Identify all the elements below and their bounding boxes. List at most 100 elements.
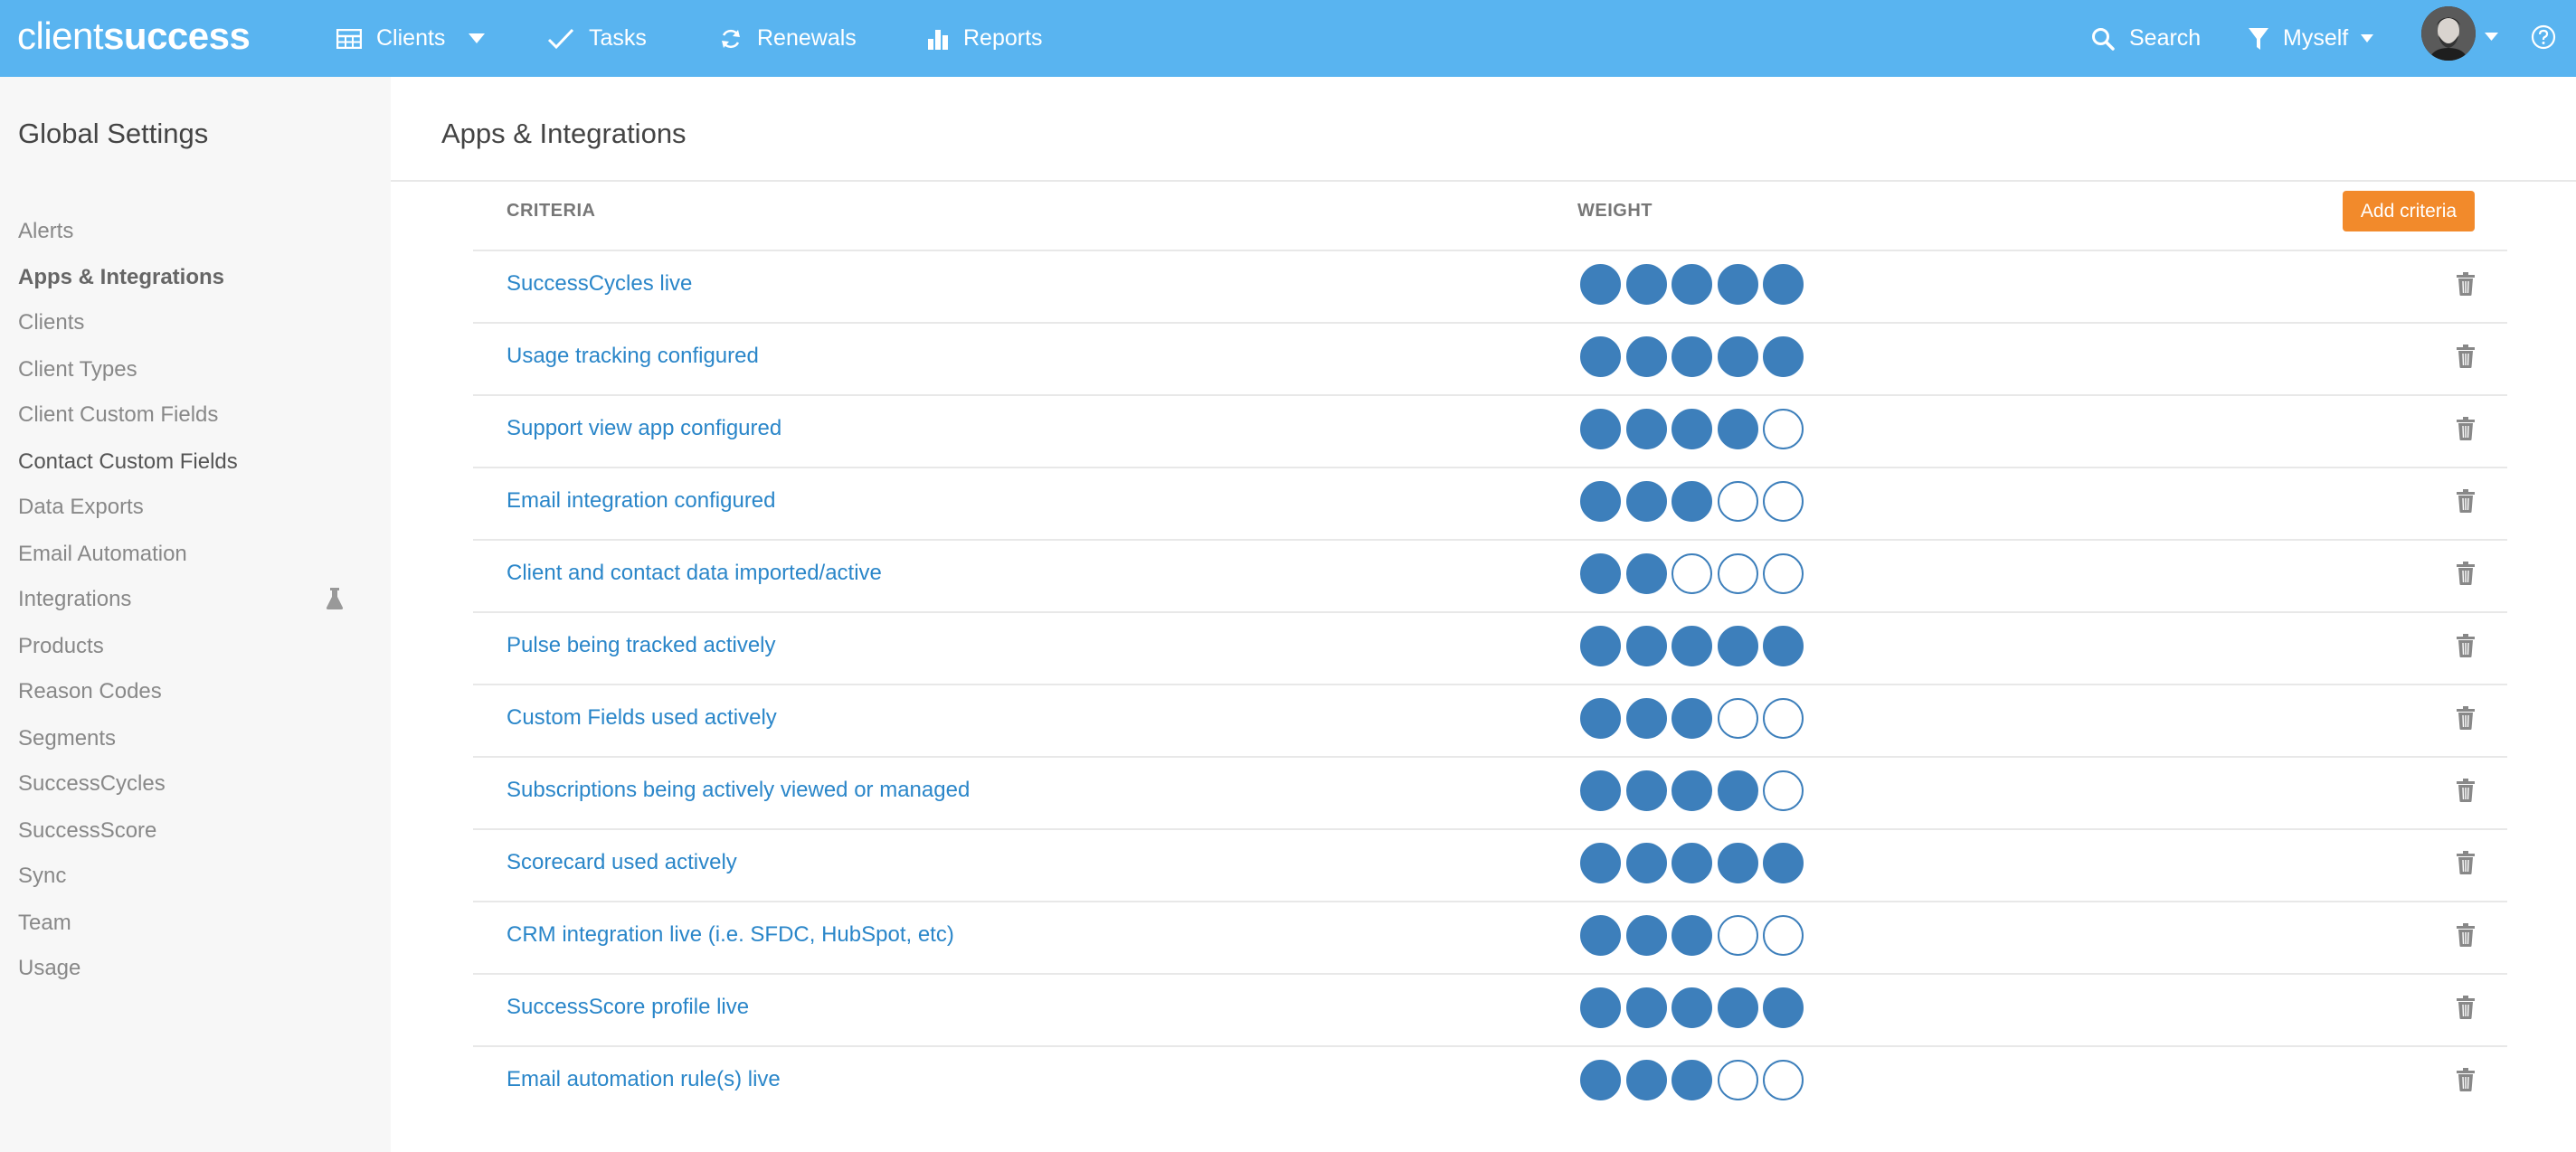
- sidebar-item-integrations[interactable]: Integrations: [18, 587, 131, 612]
- weight-rating[interactable]: [1580, 336, 1809, 378]
- trash-icon[interactable]: [2457, 417, 2475, 440]
- help-icon[interactable]: [2531, 24, 2556, 50]
- weight-dot-filled[interactable]: [1625, 264, 1667, 305]
- weight-dot-filled[interactable]: [1672, 336, 1712, 377]
- nav-renewals[interactable]: Renewals: [719, 0, 857, 77]
- weight-dot-empty[interactable]: [1763, 770, 1804, 811]
- sidebar-item-reason-codes[interactable]: Reason Codes: [18, 679, 162, 704]
- trash-icon[interactable]: [2457, 1068, 2475, 1091]
- criteria-link[interactable]: Usage tracking configured: [507, 344, 759, 369]
- criteria-link[interactable]: Client and contact data imported/active: [507, 561, 882, 586]
- weight-dot-empty[interactable]: [1763, 915, 1804, 956]
- trash-icon[interactable]: [2457, 923, 2475, 947]
- weight-dot-filled[interactable]: [1625, 553, 1667, 594]
- weight-dot-filled[interactable]: [1672, 481, 1712, 522]
- trash-icon[interactable]: [2457, 272, 2475, 296]
- weight-dot-filled[interactable]: [1580, 915, 1621, 956]
- add-criteria-button[interactable]: Add criteria: [2343, 191, 2475, 231]
- weight-dot-filled[interactable]: [1672, 770, 1712, 811]
- weight-dot-filled[interactable]: [1580, 987, 1621, 1028]
- weight-dot-filled[interactable]: [1625, 843, 1667, 883]
- filter-dropdown[interactable]: Myself: [2249, 0, 2374, 77]
- criteria-link[interactable]: SuccessScore profile live: [507, 995, 749, 1020]
- sidebar-item-clients[interactable]: Clients: [18, 310, 84, 335]
- weight-rating[interactable]: [1580, 770, 1809, 812]
- weight-dot-filled[interactable]: [1580, 481, 1621, 522]
- trash-icon[interactable]: [2457, 634, 2475, 657]
- criteria-link[interactable]: SuccessCycles live: [507, 271, 692, 297]
- weight-dot-filled[interactable]: [1672, 698, 1712, 739]
- weight-dot-filled[interactable]: [1580, 626, 1621, 666]
- sidebar-item-client-custom-fields[interactable]: Client Custom Fields: [18, 402, 218, 428]
- sidebar-item-contact-custom-fields[interactable]: Contact Custom Fields: [18, 449, 238, 475]
- weight-dot-filled[interactable]: [1717, 409, 1758, 449]
- criteria-link[interactable]: Scorecard used actively: [507, 850, 737, 875]
- nav-search[interactable]: Search: [2091, 0, 2201, 77]
- logo[interactable]: clientsuccess: [17, 13, 251, 60]
- weight-dot-filled[interactable]: [1672, 843, 1712, 883]
- trash-icon[interactable]: [2457, 706, 2475, 730]
- weight-dot-filled[interactable]: [1717, 987, 1758, 1028]
- trash-icon[interactable]: [2457, 996, 2475, 1019]
- trash-icon[interactable]: [2457, 562, 2475, 585]
- sidebar-item-sync[interactable]: Sync: [18, 864, 66, 889]
- sidebar-item-alerts[interactable]: Alerts: [18, 219, 73, 244]
- trash-icon[interactable]: [2457, 779, 2475, 802]
- sidebar-item-apps-integrations[interactable]: Apps & Integrations: [18, 265, 224, 290]
- weight-rating[interactable]: [1580, 553, 1809, 595]
- avatar[interactable]: [2421, 6, 2476, 61]
- weight-dot-empty[interactable]: [1763, 409, 1804, 449]
- trash-icon[interactable]: [2457, 345, 2475, 368]
- weight-dot-filled[interactable]: [1672, 409, 1712, 449]
- weight-dot-empty[interactable]: [1763, 481, 1804, 522]
- weight-dot-empty[interactable]: [1672, 553, 1712, 594]
- sidebar-item-products[interactable]: Products: [18, 634, 104, 659]
- weight-dot-empty[interactable]: [1717, 481, 1758, 522]
- weight-rating[interactable]: [1580, 1060, 1809, 1101]
- sidebar-item-data-exports[interactable]: Data Exports: [18, 495, 144, 520]
- weight-dot-filled[interactable]: [1672, 987, 1712, 1028]
- weight-dot-filled[interactable]: [1625, 409, 1667, 449]
- sidebar-item-segments[interactable]: Segments: [18, 726, 116, 751]
- weight-rating[interactable]: [1580, 481, 1809, 523]
- weight-dot-filled[interactable]: [1763, 843, 1804, 883]
- sidebar-item-team[interactable]: Team: [18, 911, 71, 936]
- weight-dot-filled[interactable]: [1625, 626, 1667, 666]
- criteria-link[interactable]: Pulse being tracked actively: [507, 633, 776, 658]
- weight-dot-filled[interactable]: [1763, 987, 1804, 1028]
- weight-dot-filled[interactable]: [1763, 336, 1804, 377]
- sidebar-item-client-types[interactable]: Client Types: [18, 357, 137, 382]
- sidebar-item-email-automation[interactable]: Email Automation: [18, 542, 187, 567]
- weight-dot-empty[interactable]: [1717, 698, 1758, 739]
- criteria-link[interactable]: Subscriptions being actively viewed or m…: [507, 778, 970, 803]
- weight-rating[interactable]: [1580, 409, 1809, 450]
- weight-rating[interactable]: [1580, 987, 1809, 1029]
- nav-clients[interactable]: Clients: [336, 0, 445, 77]
- weight-dot-filled[interactable]: [1625, 915, 1667, 956]
- criteria-link[interactable]: Support view app configured: [507, 416, 781, 441]
- weight-dot-filled[interactable]: [1717, 336, 1758, 377]
- weight-rating[interactable]: [1580, 698, 1809, 740]
- weight-dot-filled[interactable]: [1625, 336, 1667, 377]
- weight-dot-filled[interactable]: [1717, 770, 1758, 811]
- weight-rating[interactable]: [1580, 915, 1809, 957]
- sidebar-item-successcycles[interactable]: SuccessCycles: [18, 771, 166, 797]
- weight-dot-filled[interactable]: [1763, 626, 1804, 666]
- weight-dot-filled[interactable]: [1625, 987, 1667, 1028]
- clients-dropdown-button[interactable]: [469, 0, 485, 77]
- criteria-link[interactable]: Email automation rule(s) live: [507, 1067, 781, 1092]
- weight-dot-empty[interactable]: [1717, 553, 1758, 594]
- weight-dot-empty[interactable]: [1763, 553, 1804, 594]
- chevron-down-icon[interactable]: [2485, 29, 2498, 45]
- weight-dot-filled[interactable]: [1580, 264, 1621, 305]
- criteria-link[interactable]: Custom Fields used actively: [507, 705, 777, 731]
- weight-dot-filled[interactable]: [1580, 409, 1621, 449]
- criteria-link[interactable]: CRM integration live (i.e. SFDC, HubSpot…: [507, 922, 954, 948]
- weight-dot-filled[interactable]: [1625, 698, 1667, 739]
- weight-dot-filled[interactable]: [1763, 264, 1804, 305]
- weight-dot-filled[interactable]: [1580, 553, 1621, 594]
- weight-dot-filled[interactable]: [1672, 1060, 1712, 1100]
- weight-dot-filled[interactable]: [1717, 843, 1758, 883]
- weight-dot-filled[interactable]: [1625, 770, 1667, 811]
- weight-dot-filled[interactable]: [1717, 626, 1758, 666]
